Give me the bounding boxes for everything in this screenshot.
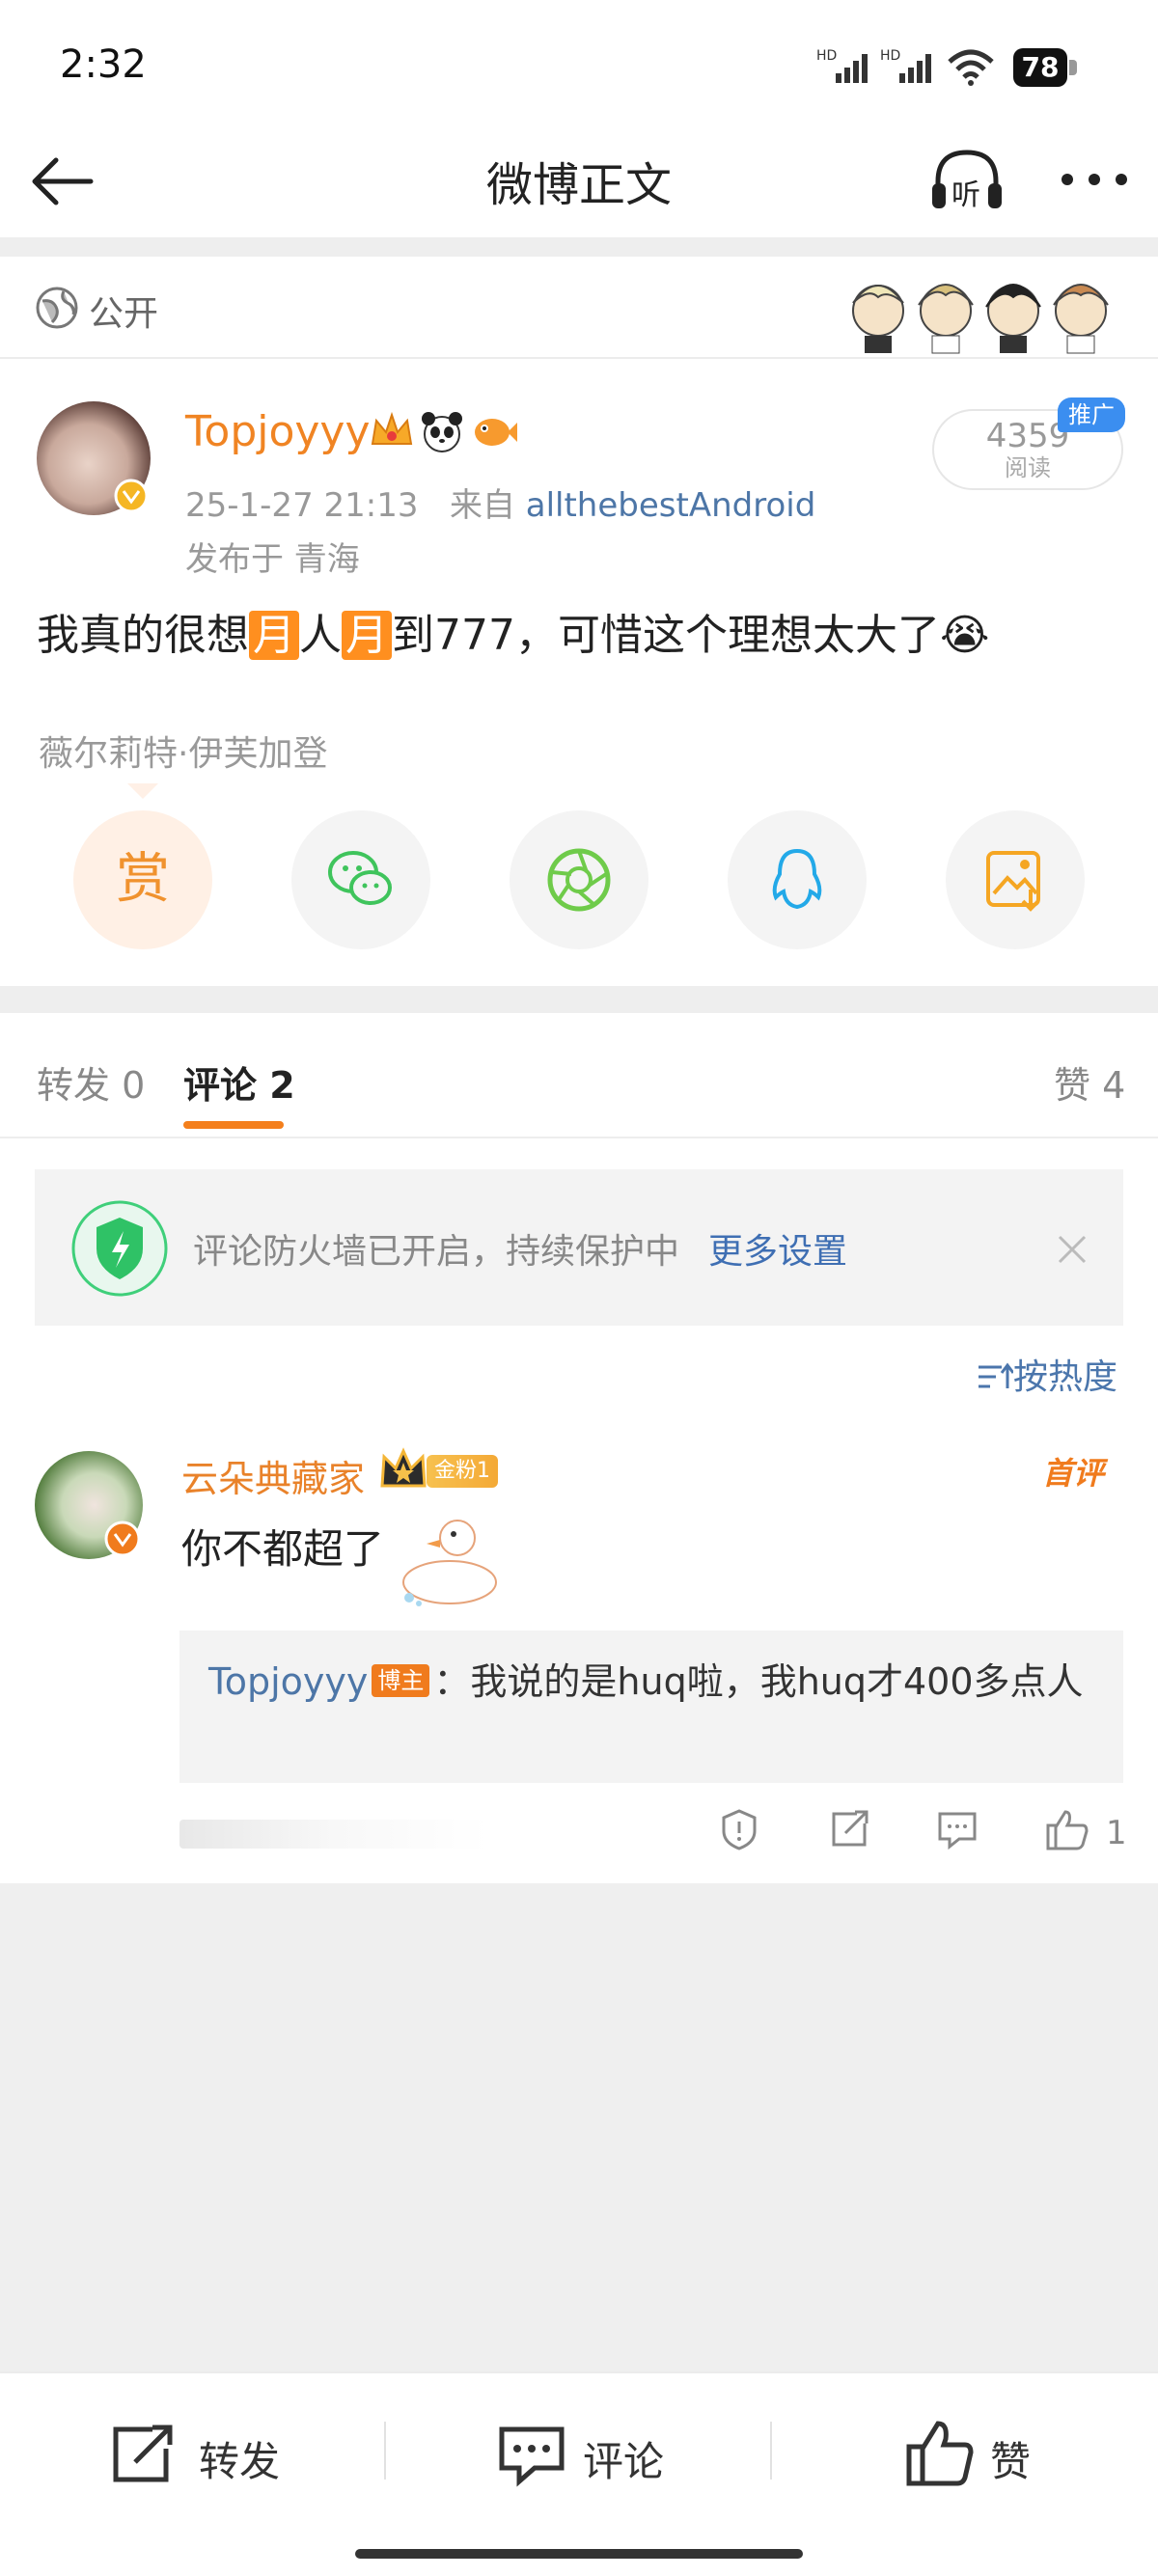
more-settings-link[interactable]: 更多设置 — [708, 1223, 847, 1274]
tab-likes[interactable]: 赞 4 — [1054, 1055, 1125, 1109]
commenter-username[interactable]: 云朵典藏家 — [181, 1449, 365, 1502]
qq-penguin-icon — [772, 848, 822, 910]
post-source[interactable]: allthebestAndroid — [526, 486, 816, 525]
svg-text:HD: HD — [880, 48, 900, 64]
post-content: 我真的很想月人月到777，可惜这个理想太大了😭 — [37, 600, 989, 662]
read-label: 阅读 — [1005, 454, 1051, 481]
verified-badge-icon — [104, 1521, 141, 1557]
interaction-tabs: 转发 0 评论 2 赞 4 — [0, 1013, 1158, 1138]
repost-icon[interactable] — [110, 2422, 178, 2485]
svg-text:HD: HD — [816, 48, 837, 64]
bottom-action-bar: 转发 评论 赞 — [0, 2371, 1158, 2576]
cosigner-name[interactable]: 薇尔莉特·伊芙加登 — [39, 726, 327, 776]
firewall-text: 评论防火墙已开启，持续保护中 — [193, 1232, 680, 1272]
shield-icon — [71, 1200, 168, 1297]
post-location: 发布于 青海 — [185, 540, 360, 579]
visibility-row: 公开 — [0, 257, 1158, 359]
reply-text-block: Topjoyyy 博主 ：我说的是huq啦，我huq才400多点人 — [208, 1654, 1096, 1710]
globe-icon — [36, 287, 78, 329]
panda-icon — [422, 412, 462, 452]
sort-label: 按热度 — [1013, 1357, 1118, 1397]
cellular-signal-icon-2: HD — [880, 48, 931, 83]
comment-icon[interactable] — [498, 2424, 565, 2487]
more-options-icon[interactable] — [1060, 168, 1129, 191]
fan-level-badge: 金粉1 — [427, 1455, 498, 1488]
reward-icon: 赏 — [116, 848, 170, 911]
sort-icon — [979, 1362, 1015, 1388]
wifi-icon — [948, 49, 994, 86]
save-image-icon — [986, 851, 1040, 912]
cartoon-face-2 — [918, 284, 974, 354]
close-icon[interactable] — [1056, 1233, 1089, 1266]
comment-firewall-banner: 评论防火墙已开启，持续保护中 更多设置 — [35, 1169, 1123, 1326]
battery-icon: 78 — [1013, 48, 1067, 87]
comments-section: 评论防火墙已开启，持续保护中 更多设置 按热度 云朵典藏家 金粉1 首评 你不都… — [0, 1138, 1158, 1883]
reply-text: ：我说的是huq啦，我huq才400多点人 — [433, 1660, 1084, 1703]
reward-pointer — [127, 783, 158, 799]
like-comment-icon[interactable] — [1044, 1808, 1090, 1850]
crown-level-icon — [371, 411, 413, 445]
share-wechat-button[interactable] — [291, 810, 430, 949]
cartoon-face-4 — [1053, 284, 1109, 354]
post-meta: 25-1-27 21:13 来自 allthebestAndroid — [185, 479, 815, 526]
status-bar: 2:32 HD HD 78 — [0, 0, 1158, 125]
verified-badge-icon — [114, 479, 149, 513]
share-qq-button[interactable] — [728, 810, 867, 949]
comment-meta-blurred — [179, 1820, 488, 1849]
cellular-signal-icon: HD — [816, 48, 868, 83]
home-indicator[interactable] — [355, 2549, 803, 2559]
listen-headphone-icon[interactable]: 听 — [928, 145, 1006, 218]
author-reply-box[interactable]: Topjoyyy 博主 ：我说的是huq啦，我huq才400多点人 — [179, 1631, 1123, 1783]
reply-comment-icon[interactable] — [936, 1808, 979, 1850]
gold-crown-icon — [380, 1447, 427, 1488]
like-icon[interactable] — [905, 2420, 975, 2487]
cartoon-face-1 — [852, 285, 904, 353]
content-text-3: 到777，可惜这个理想太大了 — [392, 611, 940, 660]
bottom-separator-2 — [770, 2422, 772, 2480]
bottom-separator-1 — [384, 2422, 386, 2480]
moments-aperture-icon — [547, 848, 611, 912]
reward-label: 赏 — [116, 848, 170, 911]
active-tab-indicator — [183, 1121, 284, 1129]
duck-sticker-icon — [402, 1520, 497, 1606]
comment-like-count: 1 — [1106, 1814, 1127, 1852]
status-time: 2:32 — [60, 42, 147, 87]
reply-username[interactable]: Topjoyyy — [208, 1660, 368, 1703]
blogger-badge: 博主 — [372, 1664, 430, 1697]
comment-label[interactable]: 评论 — [583, 2429, 664, 2488]
post-date: 25-1-27 21:13 — [185, 486, 419, 525]
section-divider — [0, 237, 1158, 257]
post-card: Topjoyyy 25-1-27 21:13 来自 allthebestAndr… — [0, 359, 1158, 986]
section-divider-2 — [0, 986, 1158, 1013]
cartoon-avatars-decoration — [852, 284, 1109, 354]
content-highlight-1: 月 — [249, 611, 299, 660]
report-icon[interactable] — [718, 1808, 760, 1850]
cartoon-face-3 — [985, 284, 1041, 353]
first-comment-badge: 首评 — [1042, 1455, 1105, 1492]
repost-comment-icon[interactable] — [828, 1808, 870, 1850]
share-moments-button[interactable] — [510, 810, 648, 949]
content-text-2: 人 — [299, 611, 342, 660]
promo-badge[interactable]: 推广 — [1058, 397, 1125, 432]
sort-toggle[interactable]: 按热度 — [977, 1349, 1117, 1399]
visibility-label: 公开 — [89, 294, 159, 334]
nav-bar: 微博正文 听 — [0, 125, 1158, 237]
like-label[interactable]: 赞 — [990, 2429, 1031, 2488]
author-username[interactable]: Topjoyyy — [185, 407, 371, 456]
fish-icon — [475, 419, 517, 446]
repost-label[interactable]: 转发 — [199, 2429, 280, 2488]
reward-button[interactable]: 赏 — [73, 810, 212, 949]
listen-label: 听 — [951, 178, 980, 212]
save-image-button[interactable] — [946, 810, 1085, 949]
tab-repost[interactable]: 转发 0 — [37, 1055, 145, 1109]
content-highlight-2: 月 — [342, 611, 392, 660]
content-text-1: 我真的很想 — [37, 611, 249, 660]
wechat-icon — [328, 851, 392, 905]
comment-text: 你不都超了 — [181, 1525, 385, 1573]
tab-comments[interactable]: 评论 2 — [183, 1055, 295, 1109]
battery-tip — [1069, 60, 1077, 75]
crying-emoji: 😭 — [939, 611, 990, 660]
source-prefix: 来自 — [449, 486, 515, 525]
